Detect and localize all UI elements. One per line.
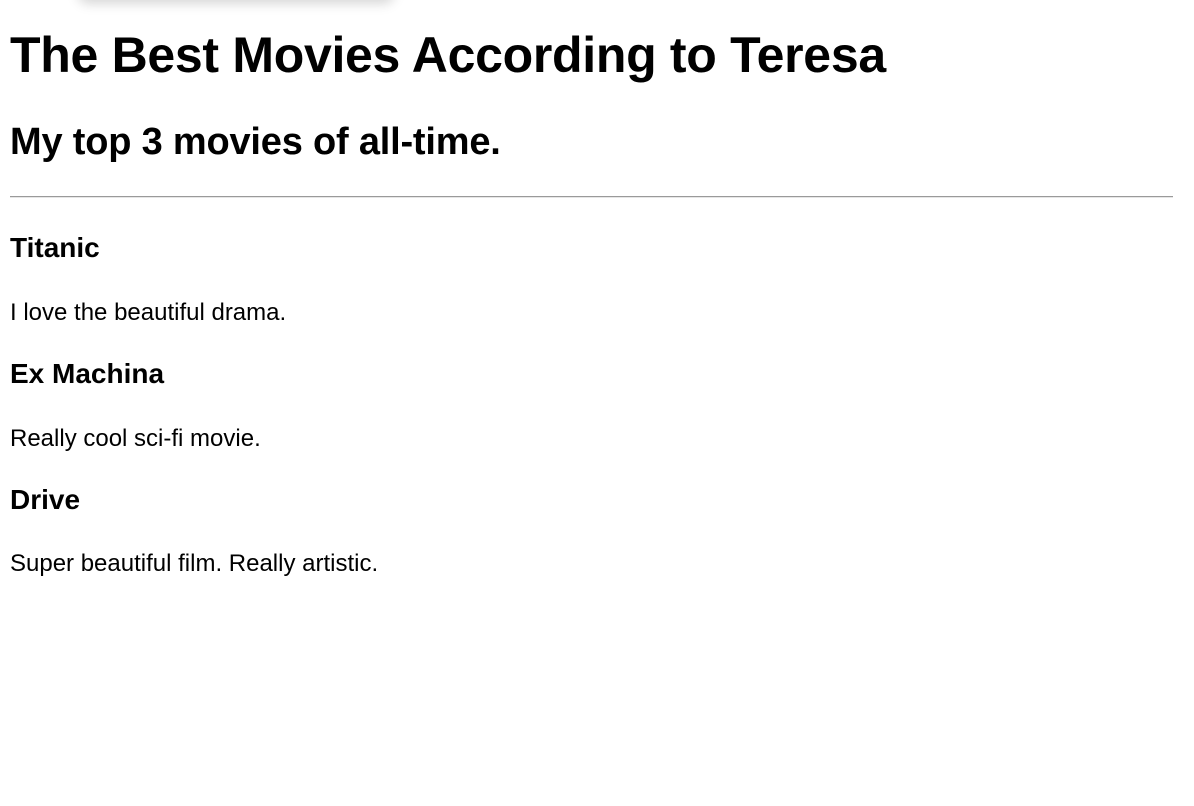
movie-title-ex-machina: Ex Machina [10,358,165,389]
movie-description-titanic: I love the beautiful drama. [10,299,287,326]
movie-title-drive: Drive [10,484,81,515]
movie-title-titanic: Titanic [10,232,100,263]
page-title: The Best Movies According to Teresa [10,27,886,83]
page-subtitle: My top 3 movies of all-time. [10,121,501,163]
movie-description-drive: Super beautiful film. Really artistic. [10,550,379,577]
divider [10,196,1173,198]
movie-description-ex-machina: Really cool sci-fi movie. [10,425,261,452]
